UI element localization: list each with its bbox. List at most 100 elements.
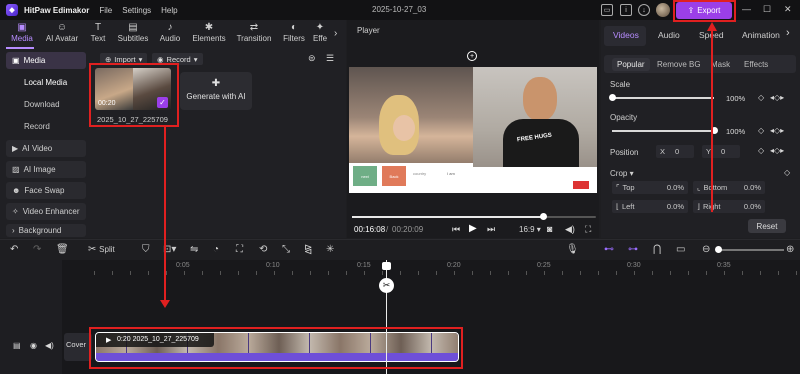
redo-icon[interactable]: ↷ [33, 244, 41, 255]
fit-timeline-icon[interactable]: ▭ [676, 244, 685, 255]
subtab-remove-bg[interactable]: Remove BG [657, 60, 701, 69]
playhead-handle[interactable] [382, 262, 391, 270]
marker-icon[interactable]: ⛉ [142, 244, 150, 255]
tab-animation[interactable]: Animation [742, 30, 780, 40]
ruler-tick [580, 271, 581, 275]
mirror-icon[interactable]: ⧎ [304, 244, 312, 255]
menu-settings[interactable]: Settings [122, 6, 151, 15]
avatar[interactable] [656, 3, 670, 17]
sidebar-item-ai-video[interactable]: ▶ AI Video [6, 140, 86, 157]
tab-effects[interactable]: ✦ Effe [306, 22, 334, 43]
tab-videos[interactable]: Videos [613, 30, 639, 40]
scale-value[interactable]: 100% [726, 94, 745, 103]
sidebar-item-face-swap[interactable]: ☻ Face Swap [6, 182, 86, 199]
rotate-icon[interactable]: ⟲ [259, 244, 267, 255]
transform-icon[interactable]: ⤡ [282, 244, 290, 255]
close-icon[interactable]: ✕ [784, 4, 792, 15]
ruler-tick [328, 271, 329, 275]
sidebar-item-video-enhancer[interactable]: ✧ Video Enhancer [6, 203, 86, 220]
sidebar-item-ai-image[interactable]: ▨ AI Image [6, 161, 86, 178]
zoom-slider-handle[interactable] [715, 246, 722, 253]
info-icon[interactable]: i [620, 4, 632, 16]
download-icon[interactable]: ↓ [638, 4, 650, 16]
crop-icon[interactable]: ⛶ [236, 244, 243, 255]
ruler-tick [130, 271, 131, 275]
sidebar-item-background[interactable]: › Background [6, 224, 86, 237]
track-visibility-icon[interactable]: ◉ [30, 341, 37, 350]
project-title: 2025-10-27_03 [372, 5, 427, 14]
filter-icon[interactable]: ⊜ [308, 53, 316, 64]
tab-audio[interactable]: ♪ Audio [148, 22, 192, 43]
position-y-field[interactable]: Y0 [702, 145, 740, 158]
microphone-icon[interactable]: 🎙 [566, 244, 579, 255]
x-label: X [660, 147, 666, 156]
sidebar-item-media[interactable]: ▣ Media [6, 52, 86, 69]
sidebar-item-local-media[interactable]: Local Media [6, 74, 86, 91]
track-mute-icon[interactable]: ◀) [45, 341, 54, 350]
keyframe-nav-icon[interactable]: ◂◇▸ [770, 126, 784, 135]
crop-toggle-icon[interactable]: ◇ [784, 168, 790, 177]
next-frame-icon[interactable]: ⏭ [487, 224, 495, 235]
crop-bottom-field[interactable]: ⌞ Bottom 0.0% [693, 181, 765, 194]
zoom-in-icon[interactable]: ⊕ [786, 244, 794, 255]
tab-media[interactable]: ▣ Media [0, 22, 44, 43]
sidebar-item-record[interactable]: Record [6, 118, 86, 135]
ruler-tick-label: 0:20 [447, 262, 461, 269]
play-icon[interactable]: ▶ [469, 223, 477, 234]
keyframe-nav-icon[interactable]: ◂◇▸ [770, 93, 784, 102]
menu-help[interactable]: Help [161, 6, 177, 15]
opacity-slider[interactable] [612, 130, 714, 132]
tab-audio-props[interactable]: Audio [658, 30, 680, 40]
keyframe-nav-icon[interactable]: ◂◇▸ [770, 146, 784, 155]
menu-file[interactable]: File [99, 6, 112, 15]
keyframe-icon[interactable]: ◇ [758, 126, 764, 135]
keyframe-icon[interactable]: ◇ [758, 146, 764, 155]
snapshot-icon[interactable]: ◙ [547, 224, 552, 234]
reverse-icon[interactable]: ⇋ [190, 244, 198, 255]
video-preview[interactable]: next Back country I am FREE HUGS [349, 67, 597, 193]
maximize-icon[interactable]: ☐ [763, 4, 771, 15]
tab-transition[interactable]: ⇄ Transition [232, 22, 276, 43]
speed-icon[interactable]: ◔ [213, 244, 219, 255]
scissors-icon[interactable]: ✂ [379, 278, 394, 293]
aspect-ratio-select[interactable]: 16:9 ▾ [519, 225, 541, 234]
fullscreen-icon[interactable]: ⛶ [585, 224, 591, 235]
tab-elements[interactable]: ✱ Elements [187, 22, 231, 43]
volume-icon[interactable]: ◀) [565, 224, 575, 235]
undo-icon[interactable]: ↶ [10, 244, 18, 255]
subtab-mask[interactable]: Mask [711, 60, 730, 69]
subtab-effects[interactable]: Effects [744, 60, 768, 69]
sidebar-item-download[interactable]: Download [6, 96, 86, 113]
tabs-next-icon[interactable]: › [786, 27, 790, 39]
magnet-icon[interactable]: ⋂ [653, 244, 661, 255]
scale-slider[interactable] [612, 97, 714, 99]
keyframe-icon[interactable]: ◇ [758, 93, 764, 102]
snap-icon[interactable]: ⊶ [628, 244, 638, 255]
effects-icon[interactable]: ✳ [326, 244, 334, 255]
reset-button[interactable]: Reset [748, 219, 786, 233]
generate-with-ai-button[interactable]: ✚ Generate with AI [180, 72, 252, 110]
generate-ai-label: Generate with AI [186, 92, 246, 101]
crop-right-field[interactable]: ⌋Right0.0% [693, 200, 765, 213]
list-view-icon[interactable]: ☰ [326, 53, 334, 64]
minimize-icon[interactable]: — [742, 4, 751, 14]
tabs-next-icon[interactable]: › [334, 28, 337, 39]
zoom-slider[interactable] [716, 249, 784, 251]
scale-slider-handle[interactable] [608, 94, 616, 101]
rotate-handle-icon[interactable]: + [467, 51, 477, 61]
screen-icon[interactable]: ▭ [601, 4, 613, 16]
zoom-out-icon[interactable]: ⊖ [702, 244, 710, 255]
opacity-value[interactable]: 100% [726, 127, 745, 136]
split-button[interactable]: ✂ Split [88, 244, 115, 255]
crop-left-field[interactable]: ⌊ Left 0.0% [612, 200, 688, 213]
track-lock-icon[interactable]: ▤ [13, 341, 21, 350]
delete-icon[interactable]: 🗑 [56, 244, 69, 255]
ruler-tick-label: 0:05 [176, 262, 190, 269]
subtab-popular[interactable]: Popular [612, 58, 650, 71]
position-x-field[interactable]: X0 [656, 145, 694, 158]
link-track-icon[interactable]: ⊷ [604, 244, 614, 255]
crop-label[interactable]: Crop ▾ [610, 169, 634, 178]
previous-frame-icon[interactable]: ⏮ [452, 224, 460, 235]
crop-top-field[interactable]: ⌜ Top 0.0% [612, 181, 688, 194]
seekbar-handle[interactable] [540, 213, 547, 220]
